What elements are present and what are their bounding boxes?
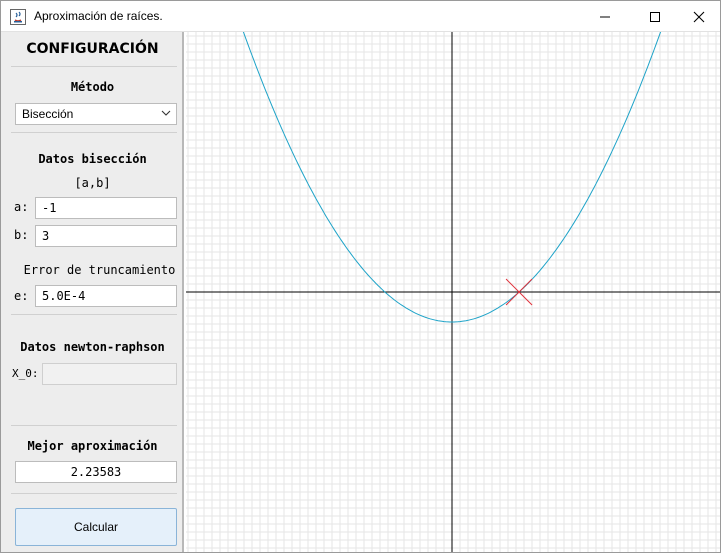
divider: [11, 493, 177, 494]
bisection-heading: Datos bisección: [38, 152, 147, 166]
app-window: Aproximación de raíces. CONFIGURACIÓN Mé…: [0, 0, 721, 553]
e-input[interactable]: 5.0E-4: [35, 285, 177, 307]
plot-canvas: [186, 32, 720, 552]
window-title: Aproximación de raíces.: [34, 9, 163, 23]
truncation-error-label: Error de truncamiento: [23, 263, 176, 277]
minimize-button[interactable]: [582, 1, 628, 32]
chevron-down-icon: [160, 107, 172, 122]
a-input[interactable]: -1: [35, 197, 177, 219]
configuration-panel: CONFIGURACIÓN Método Bisección Datos bis…: [1, 32, 184, 552]
divider: [11, 66, 177, 67]
x0-label: X_0:: [12, 367, 39, 380]
maximize-button[interactable]: [632, 1, 678, 32]
method-select-value: Bisección: [22, 107, 74, 121]
method-select[interactable]: Bisección: [15, 103, 177, 125]
b-input[interactable]: 3: [35, 225, 177, 247]
a-label: a:: [14, 200, 29, 214]
best-approximation-value: 2.23583: [15, 461, 177, 483]
b-label: b:: [14, 228, 29, 242]
best-approximation-heading: Mejor aproximación: [27, 439, 158, 453]
x0-input[interactable]: [42, 363, 177, 385]
function-plot[interactable]: [186, 32, 720, 552]
e-label: e:: [14, 289, 29, 303]
interval-label: [a,b]: [74, 176, 111, 190]
newton-raphson-heading: Datos newton-raphson: [20, 340, 165, 354]
divider: [11, 425, 177, 426]
calculate-button[interactable]: Calcular: [15, 508, 177, 546]
maximize-icon: [650, 11, 660, 22]
minimize-icon: [600, 16, 610, 17]
configuration-heading: CONFIGURACIÓN: [26, 41, 159, 57]
divider: [11, 132, 177, 133]
close-icon: [693, 11, 705, 22]
title-bar: Aproximación de raíces.: [1, 1, 720, 32]
close-button[interactable]: [676, 1, 721, 32]
method-label: Método: [70, 80, 115, 94]
divider: [11, 314, 177, 315]
java-app-icon: [10, 9, 26, 25]
